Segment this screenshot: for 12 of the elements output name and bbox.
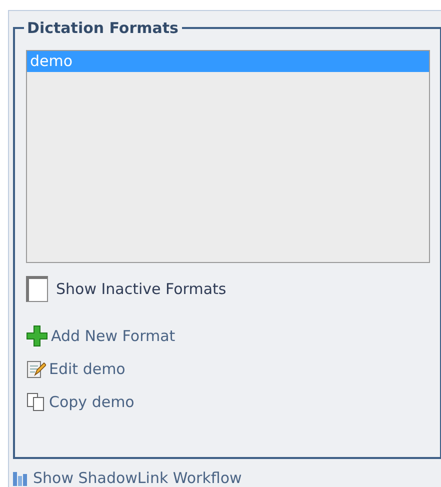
plus-icon (26, 325, 48, 347)
format-list[interactable]: demo (26, 50, 430, 263)
checkbox[interactable] (26, 276, 48, 302)
bar-chart-icon (13, 470, 28, 486)
list-item[interactable]: demo (27, 51, 429, 72)
action-link[interactable]: Edit demo (26, 357, 429, 381)
checkbox-label: Show Inactive Formats (56, 278, 226, 300)
pencil-document-icon (26, 359, 46, 379)
workflow-link[interactable]: Show ShadowLink Workflow (13, 467, 441, 487)
action-link[interactable]: Add New Format (26, 324, 429, 348)
copy-icon (26, 392, 46, 412)
action-link[interactable]: Copy demo (26, 390, 429, 414)
